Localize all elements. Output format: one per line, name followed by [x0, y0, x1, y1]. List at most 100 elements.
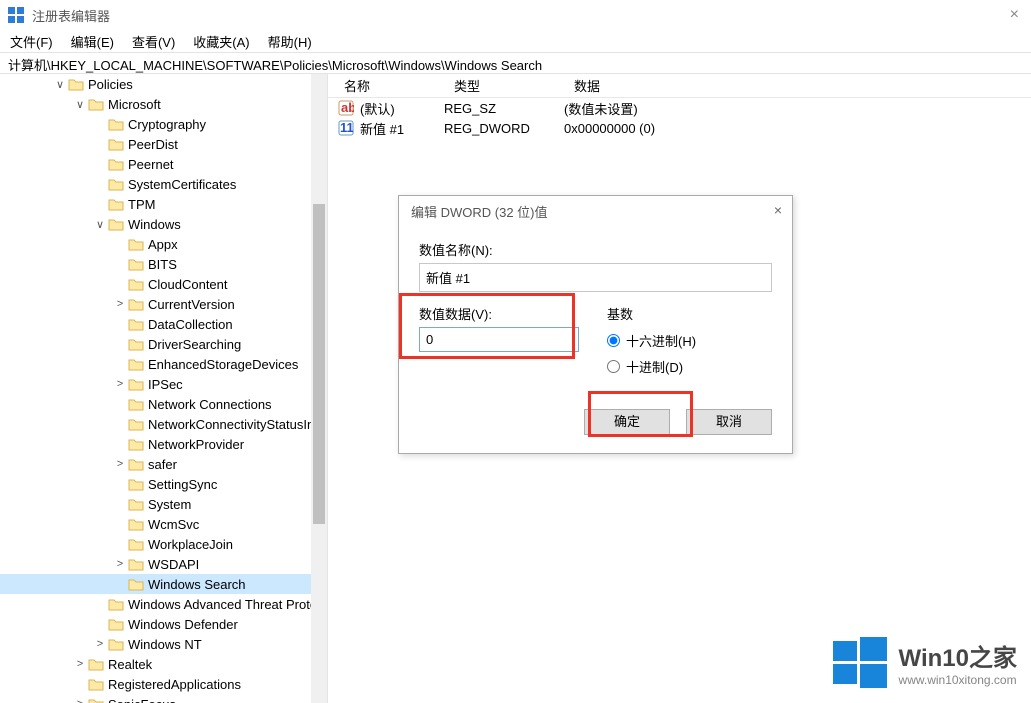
tree-node[interactable]: CloudContent: [0, 274, 327, 294]
tree-node[interactable]: Windows Advanced Threat Prote: [0, 594, 327, 614]
tree-scrollbar[interactable]: [311, 74, 327, 703]
tree-label: Windows NT: [128, 637, 202, 652]
tree-node[interactable]: > SonicFocus: [0, 694, 327, 703]
tree-label: System: [148, 497, 191, 512]
tree-node[interactable]: Network Connections: [0, 394, 327, 414]
tree-label: safer: [148, 457, 177, 472]
radio-hex-input[interactable]: [607, 334, 620, 347]
data-label: 数值数据(V):: [419, 304, 579, 323]
value-data: (数值未设置): [564, 99, 1031, 118]
radio-hex[interactable]: 十六进制(H): [607, 327, 772, 353]
tree-node[interactable]: PeerDist: [0, 134, 327, 154]
col-name-header[interactable]: 名称: [328, 76, 444, 95]
tree-node[interactable]: System: [0, 494, 327, 514]
tree-node[interactable]: ∨Windows: [0, 214, 327, 234]
cancel-button[interactable]: 取消: [686, 409, 772, 435]
window-title: 注册表编辑器: [32, 6, 110, 25]
expand-icon[interactable]: ∨: [94, 218, 106, 231]
tree-node[interactable]: > Windows NT: [0, 634, 327, 654]
folder-icon: [88, 677, 104, 691]
address-bar[interactable]: 计算机\HKEY_LOCAL_MACHINE\SOFTWARE\Policies…: [0, 52, 1031, 74]
tree-node[interactable]: Cryptography: [0, 114, 327, 134]
tree-node[interactable]: SystemCertificates: [0, 174, 327, 194]
tree-label: Peernet: [128, 157, 174, 172]
tree-node[interactable]: Appx: [0, 234, 327, 254]
tree-label: Appx: [148, 237, 178, 252]
folder-icon: [108, 597, 124, 611]
expand-icon[interactable]: >: [114, 298, 126, 310]
tree-node[interactable]: NetworkConnectivityStatusIndi: [0, 414, 327, 434]
expand-icon[interactable]: >: [114, 558, 126, 570]
menu-view[interactable]: 查看(V): [132, 32, 175, 51]
tree-node[interactable]: Peernet: [0, 154, 327, 174]
menu-file[interactable]: 文件(F): [10, 32, 53, 51]
edit-dword-dialog: 编辑 DWORD (32 位)值 × 数值名称(N): 新值 #1 数值数据(V…: [398, 195, 793, 454]
tree-node[interactable]: ∨Microsoft: [0, 94, 327, 114]
menu-edit[interactable]: 编辑(E): [71, 32, 114, 51]
tree-label: EnhancedStorageDevices: [148, 357, 298, 372]
registry-tree[interactable]: ∨Policies∨Microsoft Cryptography PeerDist P…: [0, 74, 327, 703]
tree-node[interactable]: SettingSync: [0, 474, 327, 494]
expand-icon[interactable]: >: [74, 698, 86, 703]
dialog-close-icon[interactable]: ×: [774, 202, 782, 218]
folder-icon: [128, 297, 144, 311]
folder-icon: [128, 257, 144, 271]
tree-node[interactable]: >IPSec: [0, 374, 327, 394]
tree-node[interactable]: Windows Search: [0, 574, 327, 594]
tree-node[interactable]: WorkplaceJoin: [0, 534, 327, 554]
folder-icon: [128, 397, 144, 411]
folder-icon: [108, 617, 124, 631]
expand-icon[interactable]: >: [114, 378, 126, 390]
data-input[interactable]: [419, 327, 579, 352]
tree-node[interactable]: DataCollection: [0, 314, 327, 334]
tree-node[interactable]: >WSDAPI: [0, 554, 327, 574]
value-row[interactable]: ab(默认)REG_SZ(数值未设置): [328, 98, 1031, 118]
folder-icon: [128, 477, 144, 491]
tree-label: NetworkProvider: [148, 437, 244, 452]
folder-icon: [128, 557, 144, 571]
expand-icon[interactable]: >: [114, 458, 126, 470]
base-label: 基数: [607, 304, 772, 323]
menu-favorites[interactable]: 收藏夹(A): [193, 32, 249, 51]
tree-node[interactable]: TPM: [0, 194, 327, 214]
tree-node[interactable]: BITS: [0, 254, 327, 274]
folder-icon: [108, 157, 124, 171]
value-type-icon: ab: [338, 100, 354, 116]
tree-node[interactable]: WcmSvc: [0, 514, 327, 534]
tree-node[interactable]: >Realtek: [0, 654, 327, 674]
value-row[interactable]: 110新值 #1REG_DWORD0x00000000 (0): [328, 118, 1031, 138]
expand-icon[interactable]: ∨: [54, 78, 66, 91]
folder-icon: [108, 217, 124, 231]
folder-icon: [88, 657, 104, 671]
name-field[interactable]: 新值 #1: [419, 263, 772, 292]
tree-label: PeerDist: [128, 137, 178, 152]
col-type-header[interactable]: 类型: [444, 76, 564, 95]
tree-label: CurrentVersion: [148, 297, 235, 312]
tree-node[interactable]: > CurrentVersion: [0, 294, 327, 314]
close-icon[interactable]: ×: [1010, 6, 1019, 24]
ok-button[interactable]: 确定: [584, 409, 670, 435]
scrollbar-thumb[interactable]: [313, 204, 325, 524]
values-list: ab(默认)REG_SZ(数值未设置)110新值 #1REG_DWORD0x00…: [328, 98, 1031, 138]
tree-node[interactable]: DriverSearching: [0, 334, 327, 354]
radio-dec[interactable]: 十进制(D): [607, 353, 772, 379]
tree-node[interactable]: EnhancedStorageDevices: [0, 354, 327, 374]
col-data-header[interactable]: 数据: [564, 76, 1031, 95]
expand-icon[interactable]: >: [74, 658, 86, 670]
radio-dec-input[interactable]: [607, 360, 620, 373]
watermark-icon: [833, 635, 887, 689]
tree-label: SonicFocus: [108, 697, 176, 703]
tree-label: Cryptography: [128, 117, 206, 132]
tree-node[interactable]: > safer: [0, 454, 327, 474]
expand-icon[interactable]: ∨: [74, 98, 86, 111]
value-data: 0x00000000 (0): [564, 121, 1031, 136]
tree-label: SystemCertificates: [128, 177, 236, 192]
menu-help[interactable]: 帮助(H): [268, 32, 312, 51]
folder-icon: [108, 137, 124, 151]
tree-node[interactable]: ∨Policies: [0, 74, 327, 94]
tree-label: WcmSvc: [148, 517, 199, 532]
tree-node[interactable]: Windows Defender: [0, 614, 327, 634]
tree-node[interactable]: NetworkProvider: [0, 434, 327, 454]
expand-icon[interactable]: >: [94, 638, 106, 650]
tree-node[interactable]: RegisteredApplications: [0, 674, 327, 694]
